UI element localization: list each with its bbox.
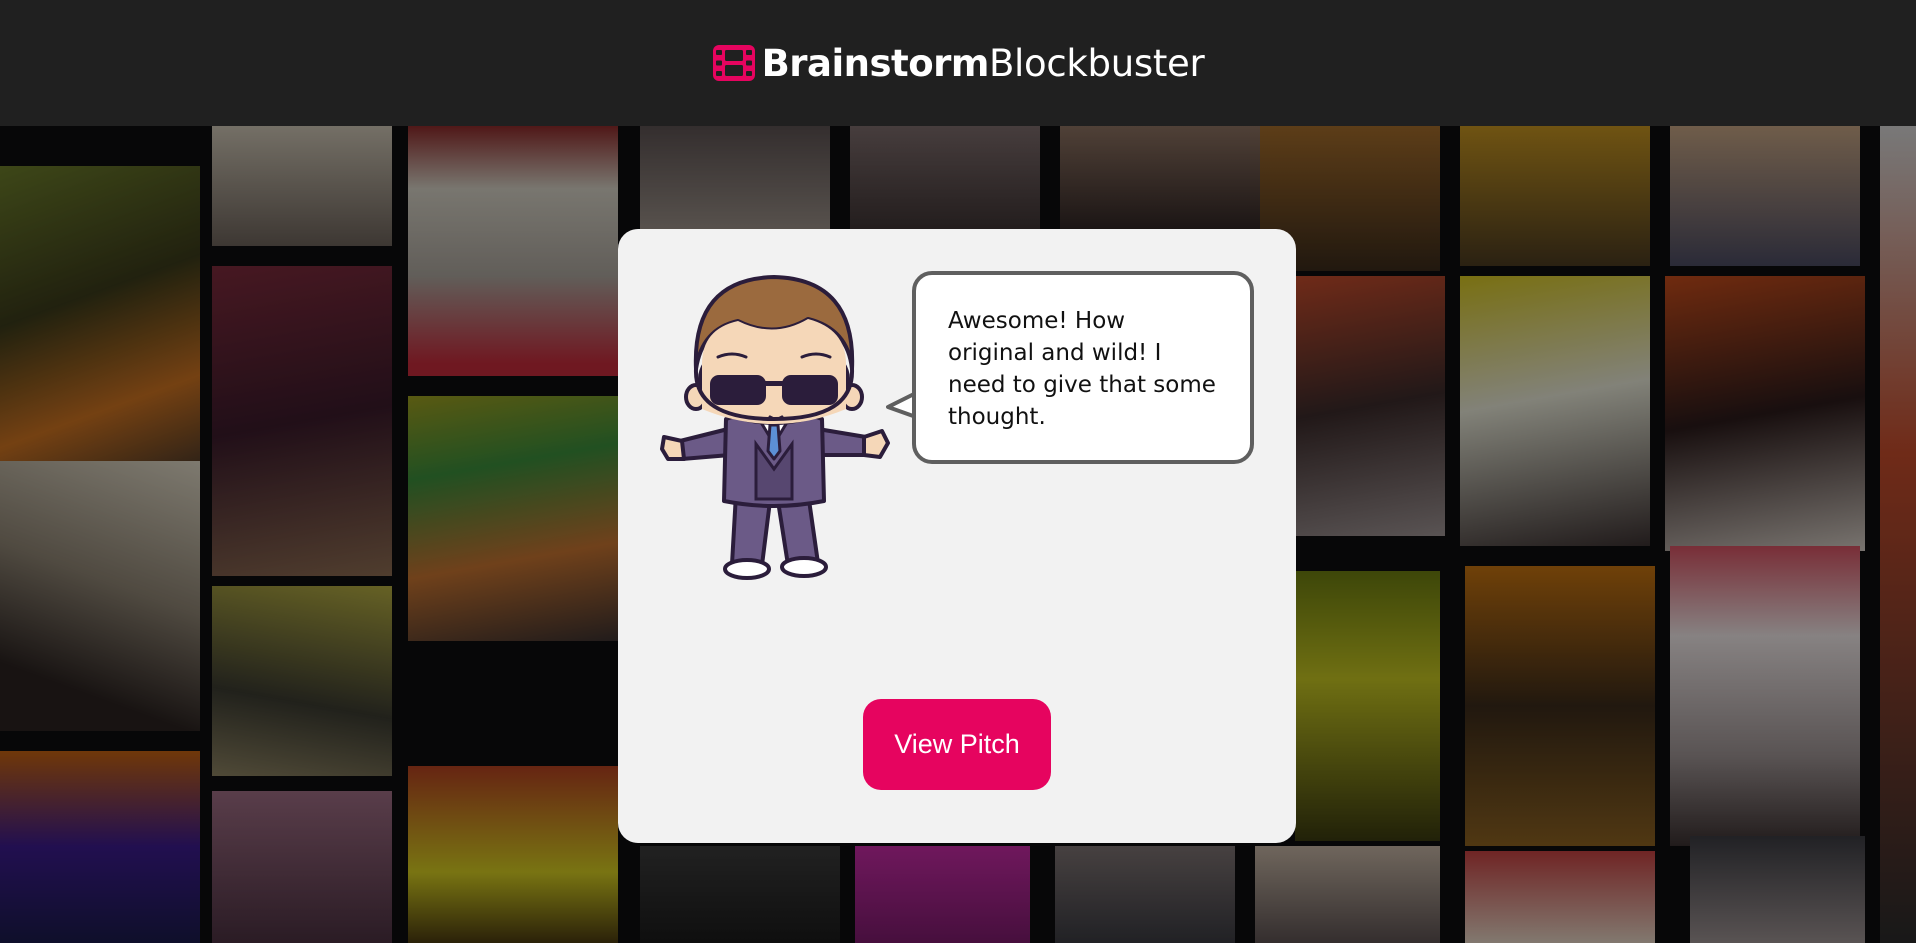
film-icon <box>712 45 755 81</box>
brand-name-light: Blockbuster <box>988 41 1205 85</box>
speech-text: Awesome! How original and wild! I need t… <box>948 308 1216 430</box>
brand-name-bold: Brainstorm <box>761 41 990 85</box>
brand-logo[interactable]: BrainstormBlockbuster <box>712 42 1205 85</box>
top-bar: BrainstormBlockbuster <box>0 0 1916 126</box>
pitch-feedback-dialog: Awesome! How original and wild! I need t… <box>618 229 1296 843</box>
speech-bubble: Awesome! How original and wild! I need t… <box>912 271 1254 464</box>
view-pitch-button[interactable]: View Pitch <box>863 699 1051 790</box>
businessman-mascot <box>660 275 890 580</box>
